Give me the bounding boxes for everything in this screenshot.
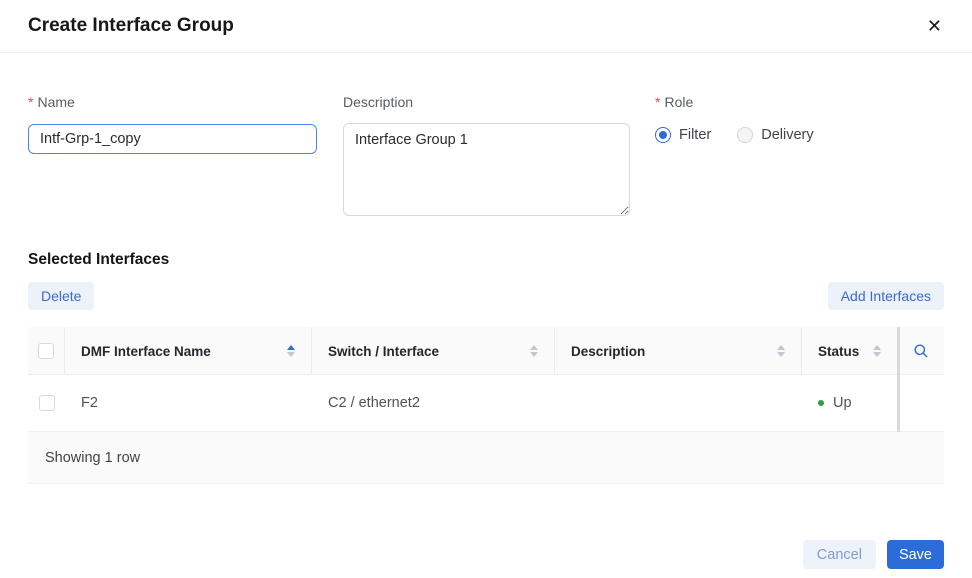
cell-switch-interface: C2 / ethernet2 (312, 375, 555, 432)
table-search-cell (897, 327, 944, 375)
row-checkbox-cell (28, 375, 65, 432)
sort-descending-icon[interactable] (530, 352, 538, 357)
modal-actions: Cancel Save (28, 540, 944, 569)
name-label: *Name (28, 93, 317, 111)
page-title: Create Interface Group (28, 15, 234, 37)
required-asterisk: * (655, 94, 660, 110)
description-textarea[interactable]: Interface Group 1 (343, 123, 630, 216)
create-interface-group-modal: Create Interface Group ✕ *Name Descripti… (0, 0, 972, 578)
add-interfaces-button[interactable]: Add Interfaces (828, 282, 944, 310)
radio-delivery-label: Delivery (761, 127, 813, 143)
name-label-text: Name (37, 94, 74, 110)
fixed-column-divider (897, 327, 900, 432)
radio-filter-icon[interactable] (655, 127, 671, 143)
column-header-description[interactable]: Description (555, 327, 802, 375)
cell-description (555, 375, 802, 432)
form-row: *Name Description Interface Group 1 *Rol… (28, 93, 944, 221)
name-input[interactable] (28, 124, 317, 154)
select-all-cell (28, 327, 65, 375)
save-button[interactable]: Save (887, 540, 944, 569)
sort-descending-icon[interactable] (777, 352, 785, 357)
sort-ascending-icon[interactable] (287, 345, 295, 350)
sort-icons[interactable] (287, 345, 295, 357)
sort-icons[interactable] (777, 345, 785, 357)
sort-descending-icon[interactable] (287, 352, 295, 357)
sort-icons[interactable] (873, 345, 881, 357)
row-checkbox[interactable] (39, 395, 55, 411)
table-header-row: DMF Interface Name Switch / Interface De… (28, 327, 944, 375)
sort-descending-icon[interactable] (873, 352, 881, 357)
column-label: Switch / Interface (328, 344, 439, 359)
search-icon[interactable] (913, 343, 929, 359)
role-label-text: Role (664, 94, 693, 110)
selected-interfaces-heading: Selected Interfaces (28, 251, 944, 269)
row-count-text: Showing 1 row (45, 450, 140, 466)
column-header-switch-interface[interactable]: Switch / Interface (312, 327, 555, 375)
radio-filter-label: Filter (679, 127, 711, 143)
description-label: Description (343, 93, 630, 111)
sort-ascending-icon[interactable] (777, 345, 785, 350)
column-header-dmf-interface-name[interactable]: DMF Interface Name (65, 327, 312, 375)
sort-icons[interactable] (530, 345, 538, 357)
role-label: *Role (655, 93, 944, 111)
table-footer: Showing 1 row (28, 432, 944, 484)
description-field-group: Description Interface Group 1 (343, 93, 630, 221)
modal-body: *Name Description Interface Group 1 *Rol… (0, 93, 972, 569)
column-header-status[interactable]: Status (802, 327, 897, 375)
status-badge: Up (833, 395, 852, 411)
radio-delivery-icon[interactable] (737, 127, 753, 143)
delete-button[interactable]: Delete (28, 282, 94, 310)
role-field-group: *Role Filter Delivery (655, 93, 944, 221)
interfaces-table: DMF Interface Name Switch / Interface De… (28, 327, 944, 484)
name-field-group: *Name (28, 93, 317, 221)
modal-header: Create Interface Group ✕ (0, 0, 972, 53)
cell-status: Up (802, 375, 897, 432)
column-label: DMF Interface Name (81, 344, 211, 359)
cancel-button[interactable]: Cancel (803, 540, 876, 569)
radio-option-delivery[interactable]: Delivery (737, 127, 813, 143)
column-label: Status (818, 344, 859, 359)
radio-option-filter[interactable]: Filter (655, 127, 711, 143)
table-row[interactable]: F2 C2 / ethernet2 Up (28, 375, 944, 432)
table-toolbar: Delete Add Interfaces (28, 282, 944, 310)
column-label: Description (571, 344, 645, 359)
cell-dmf-interface-name: F2 (65, 375, 312, 432)
role-radio-group: Filter Delivery (655, 127, 944, 143)
close-icon[interactable]: ✕ (927, 17, 942, 35)
sort-ascending-icon[interactable] (530, 345, 538, 350)
required-asterisk: * (28, 94, 33, 110)
sort-ascending-icon[interactable] (873, 345, 881, 350)
cell-search-spacer (897, 375, 944, 432)
select-all-checkbox[interactable] (38, 343, 54, 359)
status-up-dot-icon (818, 400, 824, 406)
